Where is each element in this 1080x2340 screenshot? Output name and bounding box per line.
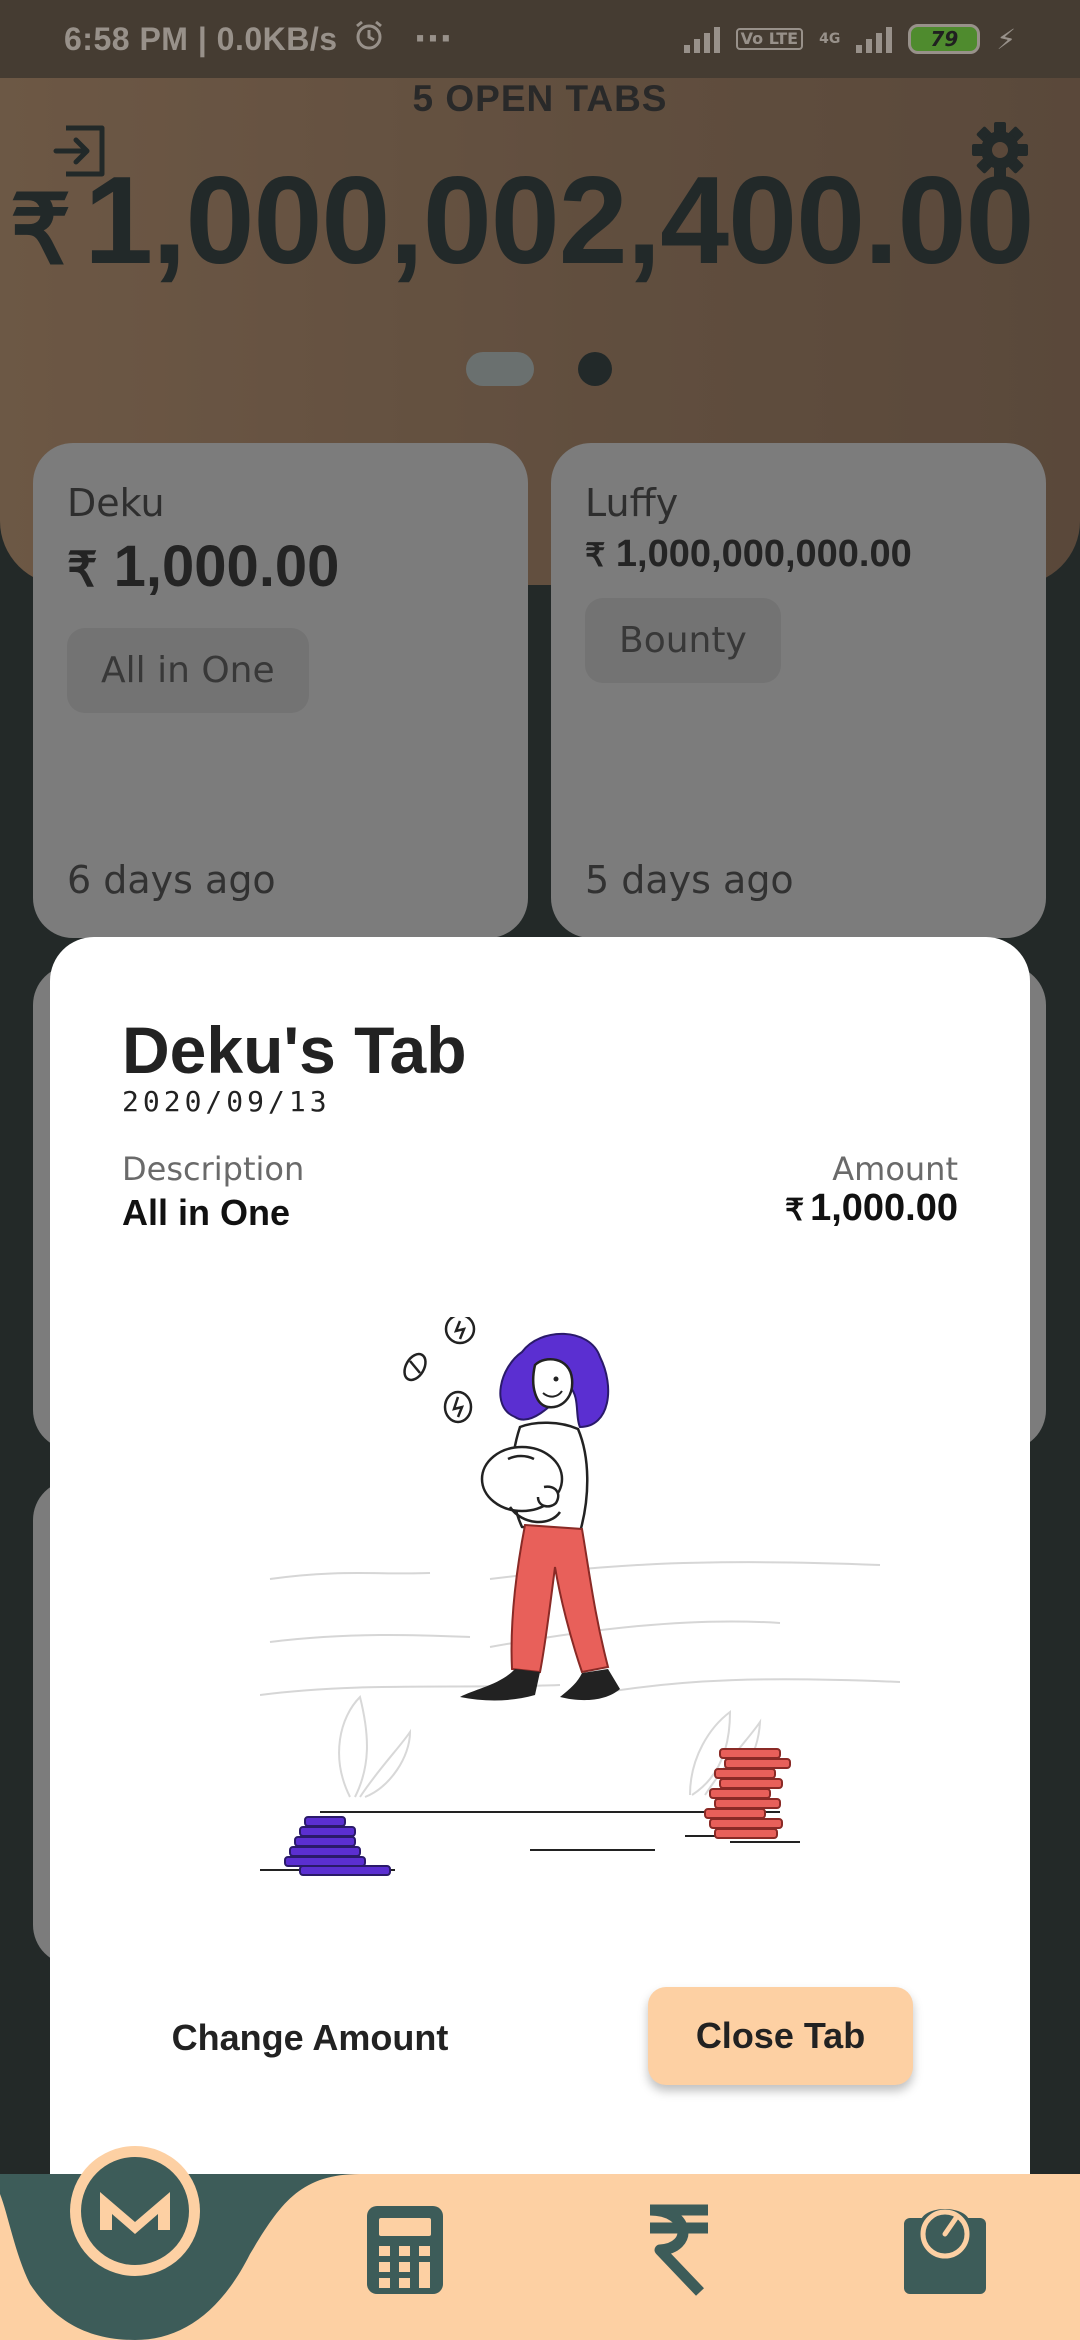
- amount-value: ₹1,000.00: [785, 1187, 958, 1230]
- rupee-icon[interactable]: [636, 2204, 722, 2296]
- description-label: Description: [122, 1150, 305, 1188]
- sheet-date: 2020/09/13: [122, 1085, 331, 1118]
- close-tab-button[interactable]: Close Tab: [648, 1987, 913, 2085]
- monero-logo-icon[interactable]: [70, 2146, 200, 2276]
- description-value: All in One: [122, 1192, 291, 1233]
- tab-detail-sheet: Deku's Tab 2020/09/13 Description All in…: [50, 937, 1030, 2340]
- gauge-icon[interactable]: [902, 2204, 988, 2296]
- change-amount-button[interactable]: Change Amount: [150, 1990, 470, 2086]
- amount-label: Amount: [832, 1150, 958, 1188]
- calculator-icon[interactable]: [362, 2204, 448, 2296]
- sheet-title: Deku's Tab: [122, 1013, 467, 1087]
- amount-number: 1,000.00: [810, 1187, 958, 1229]
- piggy-bank-illustration: [260, 1317, 900, 1876]
- rupee-symbol: ₹: [784, 1194, 805, 1227]
